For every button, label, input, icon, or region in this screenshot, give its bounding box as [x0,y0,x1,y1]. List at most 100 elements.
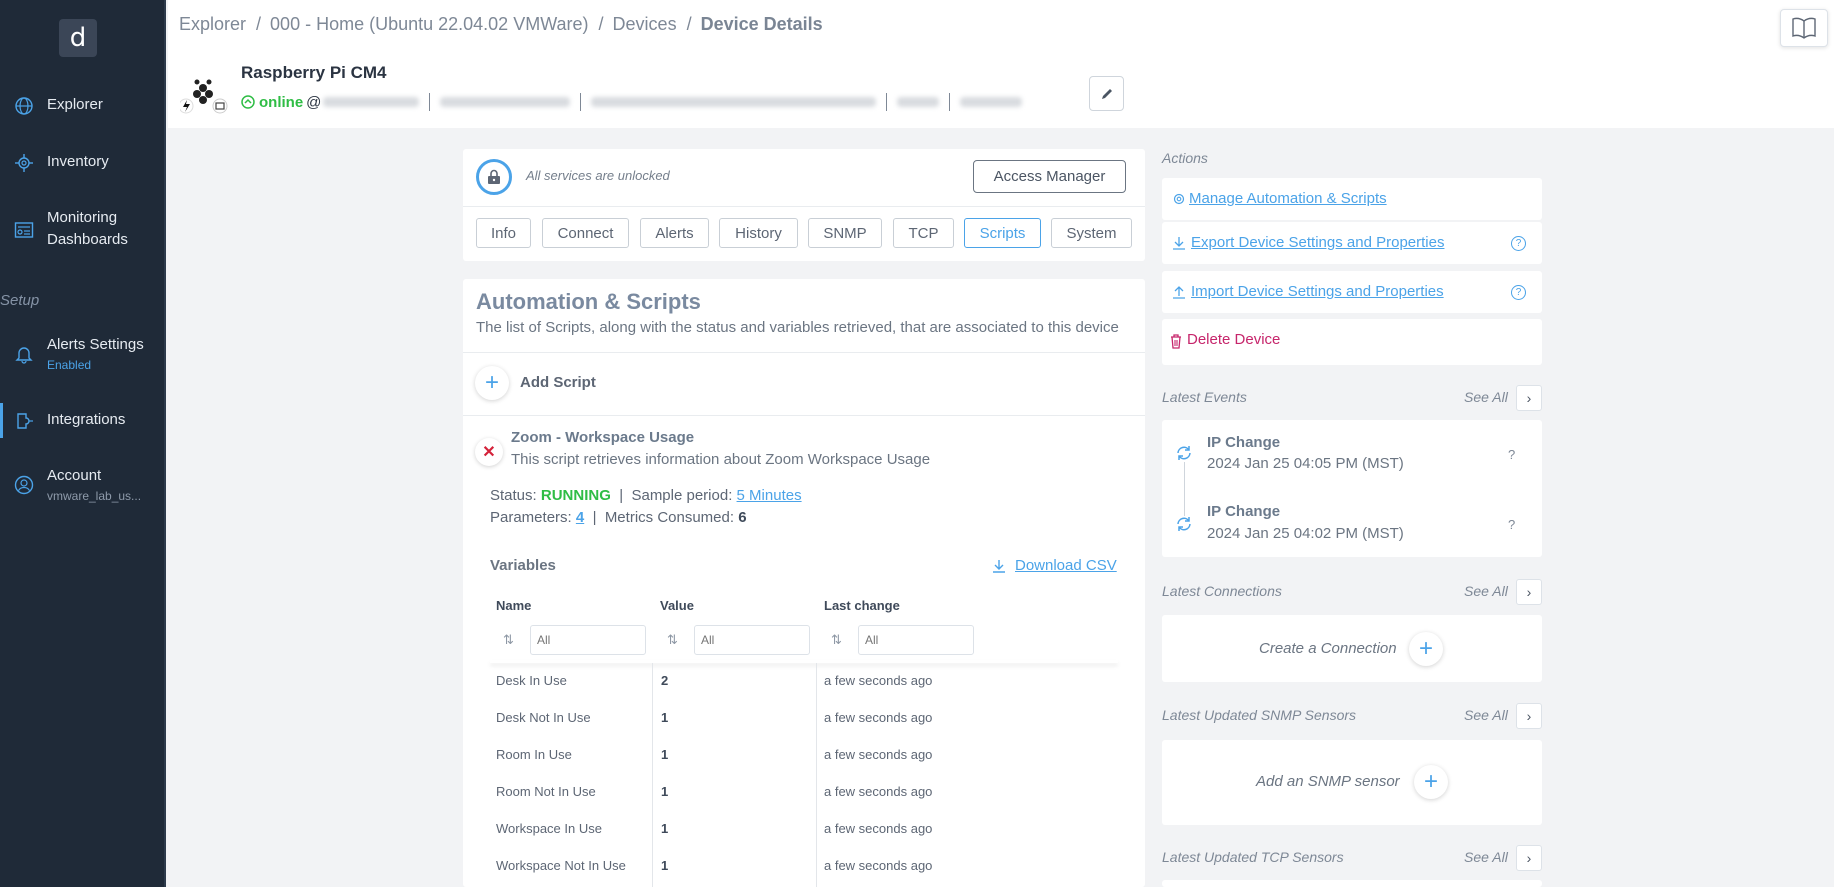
snmp-see-all[interactable]: See All [1464,707,1508,723]
sidebar-item-integrations[interactable]: Integrations [0,409,166,433]
tab-alerts[interactable]: Alerts [640,218,709,248]
alerts-enabled-status: Enabled [47,358,92,372]
sidebar-item-label-text: Alerts Settings [47,336,144,353]
sidebar-item-monitoring-dashboards[interactable]: Monitoring Dashboards [0,207,166,253]
filter-value-input[interactable] [694,625,810,655]
dashboard-icon [14,222,34,238]
cell-value: 1 [661,710,669,725]
help-icon[interactable]: ? [1511,285,1526,300]
sidebar-item-label-line1: Monitoring [47,209,118,226]
cell-value: 2 [661,673,669,688]
refresh-icon [1177,446,1191,460]
divider [580,93,582,111]
access-manager-button[interactable]: Access Manager [973,160,1126,193]
tab-connect[interactable]: Connect [542,218,629,248]
divider [949,93,951,111]
download-icon [1173,237,1185,250]
pipe: | [592,509,597,526]
add-snmp-sensor-button[interactable]: + [1414,765,1448,799]
event-help-icon[interactable]: ? [1508,447,1515,462]
status-label: Status: [490,487,537,504]
plug-icon [17,413,33,429]
action-delete-device[interactable]: Delete Device [1162,319,1542,365]
sidebar-item-alerts-settings[interactable]: Alerts Settings Enabled [0,334,166,374]
events-next-button[interactable]: › [1516,385,1542,411]
add-script-label[interactable]: Add Script [520,374,596,391]
padlock-icon [488,169,500,184]
breadcrumb-home[interactable]: 000 - Home (Ubuntu 22.04.02 VMWare) [270,14,588,34]
tab-snmp[interactable]: SNMP [808,218,882,248]
sort-icon[interactable]: ⇅ [831,632,842,648]
divider [463,206,1145,207]
sidebar-item-label-line2: Dashboards [47,231,128,248]
cell-value: 1 [661,858,669,873]
app-logo[interactable]: d [59,19,97,57]
sidebar-item-account[interactable]: Account vmware_lab_us... [0,465,166,505]
events-see-all[interactable]: See All [1464,389,1508,405]
edit-device-button[interactable] [1089,76,1124,111]
event-help-icon[interactable]: ? [1508,517,1515,532]
tcp-see-all[interactable]: See All [1464,849,1508,865]
remove-script-button[interactable]: ✕ [475,438,503,466]
snmp-next-button[interactable]: › [1516,703,1542,729]
filter-name-input[interactable] [530,625,646,655]
breadcrumb-separator: / [598,14,604,34]
sort-icon[interactable]: ⇅ [667,632,678,648]
download-csv-link[interactable]: Download CSV [991,557,1117,574]
table-row: Room In Use 1 a few seconds ago [490,736,1118,773]
pipe: | [619,487,624,504]
event-title: IP Change [1207,434,1281,451]
docs-button[interactable] [1780,9,1828,47]
tab-tcp[interactable]: TCP [893,218,954,248]
script-params-line: Parameters: 4 | Metrics Consumed: 6 [490,509,747,526]
action-import-settings[interactable]: Import Device Settings and Properties ? [1162,271,1542,313]
import-settings-link[interactable]: Import Device Settings and Properties [1191,283,1444,300]
tcp-next-button[interactable]: › [1516,845,1542,871]
cell-value: 1 [661,821,669,836]
column-header-name[interactable]: Name [496,598,531,613]
tcp-card [1162,880,1542,887]
table-row: Workspace Not In Use 1 a few seconds ago [490,847,1118,884]
breadcrumb-explorer[interactable]: Explorer [179,14,246,34]
parameters-link[interactable]: 4 [576,509,584,526]
connections-see-all[interactable]: See All [1464,583,1508,599]
action-manage-automation[interactable]: Manage Automation & Scripts [1162,178,1542,220]
manage-automation-link[interactable]: Manage Automation & Scripts [1189,190,1387,207]
breadcrumb-devices[interactable]: Devices [613,14,677,34]
tab-history[interactable]: History [719,218,798,248]
lock-status-badge [476,159,512,195]
export-settings-link[interactable]: Export Device Settings and Properties [1191,234,1444,251]
sort-icon[interactable]: ⇅ [503,632,514,648]
create-connection-label[interactable]: Create a Connection [1259,640,1397,657]
book-icon [1792,17,1816,39]
tab-scripts[interactable]: Scripts [964,218,1041,248]
connections-next-button[interactable]: › [1516,579,1542,605]
sidebar-item-label: Account vmware_lab_us... [47,465,141,503]
action-export-settings[interactable]: Export Device Settings and Properties ? [1162,222,1542,264]
event-title: IP Change [1207,503,1281,520]
filter-last-change-input[interactable] [858,625,974,655]
add-script-button[interactable]: + [475,366,509,400]
sidebar-item-label: Explorer [47,96,103,113]
pencil-icon [1101,88,1112,99]
sidebar-item-explorer[interactable]: Explorer [0,94,166,118]
cell-name: Room In Use [496,747,572,762]
script-description: This script retrieves information about … [511,451,931,468]
delete-device-label[interactable]: Delete Device [1187,331,1280,348]
create-connection-button[interactable]: + [1409,632,1443,666]
metrics-label: Metrics Consumed: [604,509,735,526]
help-icon[interactable]: ? [1511,236,1526,251]
tab-info[interactable]: Info [476,218,531,248]
download-icon [993,559,1005,573]
column-header-value[interactable]: Value [660,598,694,613]
cell-last-change: a few seconds ago [824,821,933,836]
sidebar-item-inventory[interactable]: Inventory [0,151,166,175]
sample-period-link[interactable]: 5 Minutes [737,487,802,504]
column-header-last-change[interactable]: Last change [824,598,900,613]
device-status-line: online @ [241,93,1030,111]
divider [463,415,1145,416]
add-snmp-sensor-label[interactable]: Add an SNMP sensor [1256,773,1400,790]
redacted-host [591,97,877,107]
tab-system[interactable]: System [1051,218,1132,248]
refresh-icon [1177,517,1191,531]
